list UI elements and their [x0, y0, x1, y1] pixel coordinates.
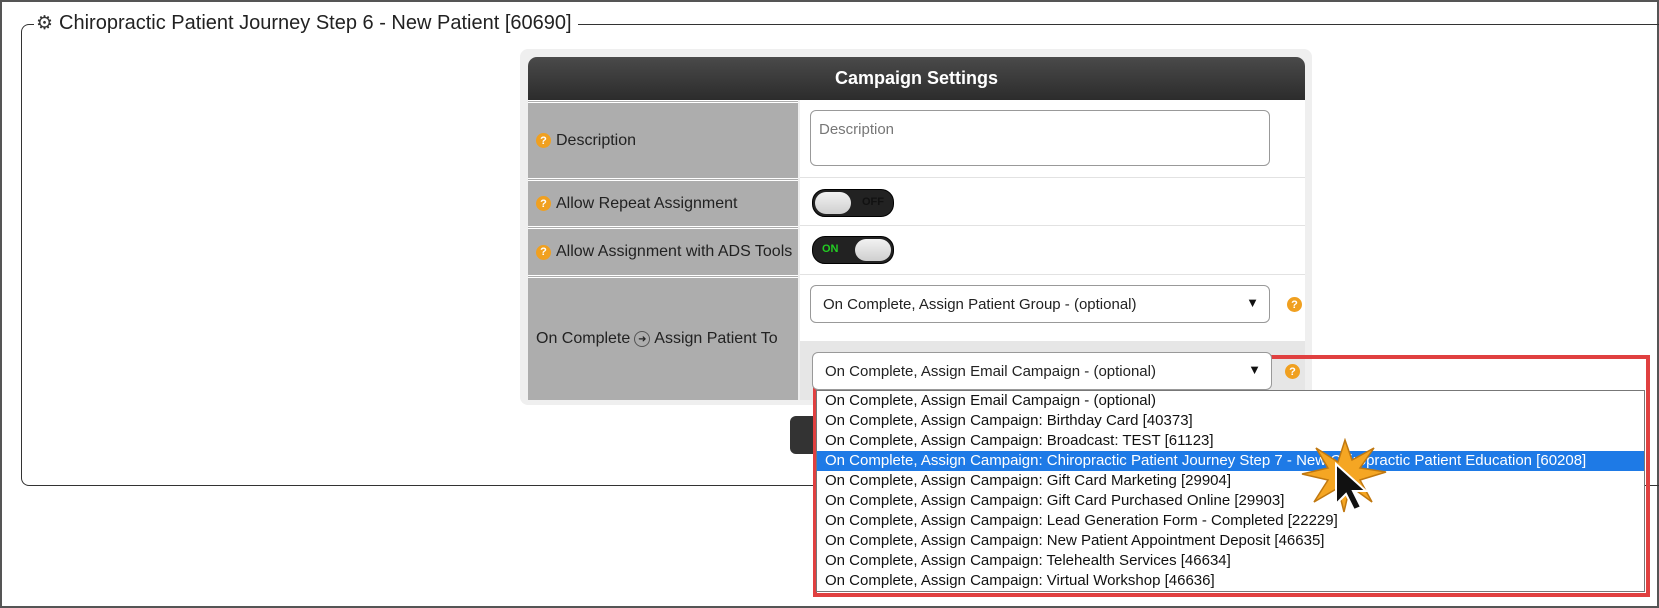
toggle-state-text: ON	[822, 243, 839, 255]
page-title-text: Chiropractic Patient Journey Step 6 - Ne…	[59, 12, 572, 34]
dropdown-option[interactable]: On Complete, Assign Campaign: Gift Card …	[817, 471, 1644, 491]
dropdown-option[interactable]: On Complete, Assign Campaign: Broadcast:…	[817, 431, 1644, 451]
ads-value: ON	[800, 226, 1305, 275]
question-icon[interactable]: ?	[536, 244, 551, 260]
on-complete-label-prefix: On Complete	[536, 330, 631, 347]
repeat-value: OFF	[800, 178, 1305, 226]
dropdown-option[interactable]: On Complete, Assign Campaign: Virtual Wo…	[817, 571, 1644, 591]
page-title: ⚙ Chiropractic Patient Journey Step 6 - …	[34, 12, 578, 35]
dropdown-option[interactable]: On Complete, Assign Campaign: New Patien…	[817, 531, 1644, 551]
dropdown-option[interactable]: On Complete, Assign Campaign: Telehealth…	[817, 551, 1644, 571]
ads-row: ? Allow Assignment with ADS Tools ON	[528, 226, 1305, 275]
description-textarea[interactable]: Description	[810, 110, 1270, 166]
repeat-row: ? Allow Repeat Assignment OFF	[528, 178, 1305, 226]
chevron-down-icon: ▼	[1246, 295, 1259, 310]
ads-label-text: Allow Assignment with ADS Tools	[556, 243, 793, 260]
repeat-label: ? Allow Repeat Assignment	[528, 178, 798, 226]
on-complete-label-suffix: Assign Patient To	[654, 330, 778, 347]
dropdown-option[interactable]: On Complete, Assign Campaign: Birthday C…	[817, 411, 1644, 431]
description-placeholder: Description	[819, 121, 895, 138]
description-value: Description	[800, 100, 1305, 178]
question-icon[interactable]: ?	[1287, 297, 1302, 312]
patient-group-select-value: On Complete, Assign Patient Group - (opt…	[823, 295, 1137, 313]
panel-header-text: Campaign Settings	[834, 68, 999, 88]
chevron-down-icon: ▼	[1248, 362, 1261, 377]
gear-icon: ⚙	[36, 13, 54, 34]
arrow-circle-right-icon: ➜	[634, 331, 651, 347]
description-row: ? Description Description	[528, 100, 1305, 178]
description-label: ? Description	[528, 100, 798, 178]
dropdown-option[interactable]: On Complete, Assign Campaign: Gift Card …	[817, 491, 1644, 511]
question-icon[interactable]: ?	[536, 133, 551, 148]
patient-group-select[interactable]: On Complete, Assign Patient Group - (opt…	[810, 285, 1270, 323]
panel-header: Campaign Settings	[528, 57, 1305, 100]
repeat-label-text: Allow Repeat Assignment	[556, 194, 738, 212]
toggle-state-text: OFF	[862, 196, 884, 208]
email-campaign-select-value: On Complete, Assign Email Campaign - (op…	[825, 362, 1156, 380]
email-campaign-select[interactable]: On Complete, Assign Email Campaign - (op…	[812, 352, 1272, 390]
dropdown-option[interactable]: On Complete, Assign Email Campaign - (op…	[817, 391, 1644, 411]
toggle-knob	[815, 192, 851, 214]
description-label-text: Description	[556, 131, 637, 149]
click-cursor-icon	[1301, 438, 1387, 513]
toggle-knob	[855, 239, 891, 261]
dropdown-option-selected[interactable]: On Complete, Assign Campaign: Chiropract…	[817, 451, 1644, 471]
email-campaign-dropdown: On Complete, Assign Email Campaign - (op…	[816, 390, 1645, 592]
dropdown-option[interactable]: On Complete, Assign Campaign: Lead Gener…	[817, 511, 1644, 531]
on-complete-label: On Complete ➜ Assign Patient To	[528, 275, 798, 400]
repeat-toggle[interactable]: OFF	[812, 189, 894, 217]
question-icon[interactable]: ?	[536, 196, 551, 211]
ads-toggle[interactable]: ON	[812, 236, 894, 264]
question-icon[interactable]: ?	[1285, 364, 1300, 379]
ads-label: ? Allow Assignment with ADS Tools	[528, 226, 798, 275]
